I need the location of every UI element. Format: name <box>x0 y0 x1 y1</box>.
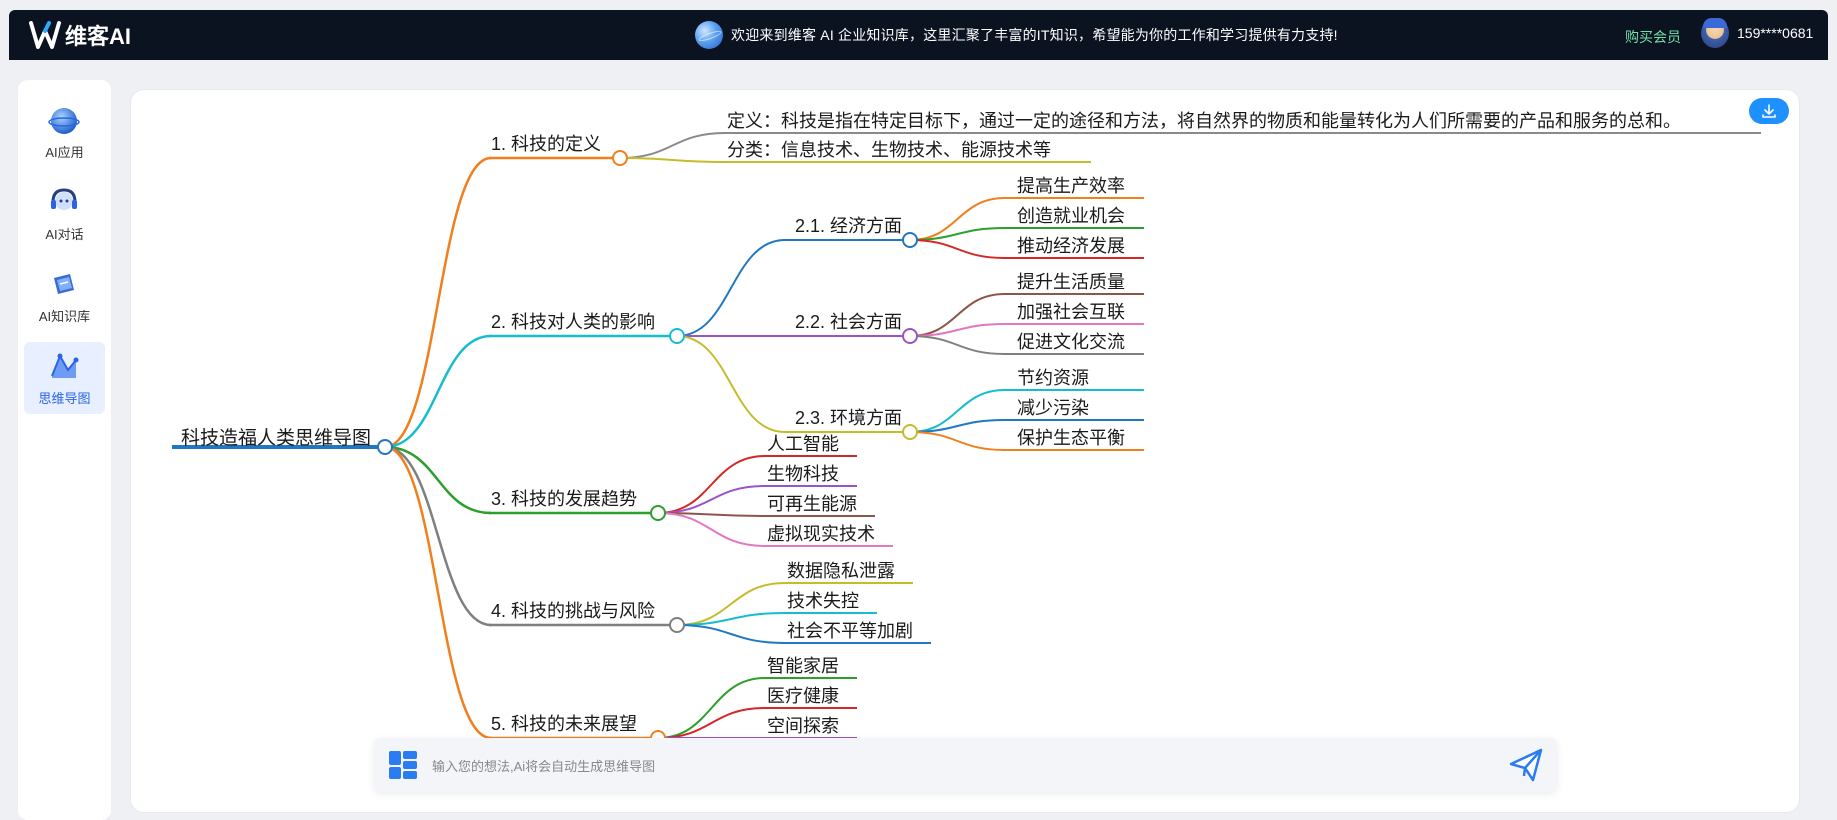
mindmap-branch[interactable]: 1. 科技的定义 <box>491 134 601 154</box>
mindmap-connector <box>619 157 726 163</box>
send-icon[interactable] <box>1507 746 1545 784</box>
mindmap-leaf[interactable]: 人工智能 <box>767 434 839 454</box>
collapse-toggle[interactable] <box>902 328 918 344</box>
mindmap-leaf[interactable]: 空间探索 <box>767 716 839 736</box>
mindmap-leaf[interactable]: 分类：信息技术、生物技术、能源技术等 <box>727 140 1051 160</box>
mindmap-leaf[interactable]: 虚拟现实技术 <box>767 524 875 544</box>
mindmap-leaf[interactable]: 智能家居 <box>767 656 839 676</box>
collapse-toggle[interactable] <box>902 232 918 248</box>
mindmap-connector <box>384 334 492 449</box>
mindmap-connector <box>619 132 726 159</box>
mindmap-connector <box>657 677 766 739</box>
mindmap-connector <box>657 485 766 514</box>
mindmap-leaf[interactable]: 推动经济发展 <box>1017 236 1125 256</box>
mindmap-leaf[interactable]: 加强社会互联 <box>1017 302 1125 322</box>
mindmap-leaf[interactable]: 定义：科技是指在特定目标下，通过一定的途径和方法，将自然界的物质和能量转化为人们… <box>727 111 1681 131</box>
mindmap-leaf[interactable]: 保护生态平衡 <box>1017 428 1125 448</box>
mindmap-connector <box>909 335 1006 355</box>
mindmap-connector <box>657 512 766 547</box>
collapse-toggle[interactable] <box>377 439 393 455</box>
download-icon <box>1762 104 1776 118</box>
mindmap-leaf[interactable]: 提高生产效率 <box>1017 176 1125 196</box>
mindmap-connector <box>384 445 492 740</box>
mindmap-subbranch[interactable]: 2.1. 经济方面 <box>795 216 902 236</box>
collapse-toggle[interactable] <box>612 150 628 166</box>
mindmap-branch[interactable]: 4. 科技的挑战与风险 <box>491 601 655 621</box>
mindmap-root[interactable]: 科技造福人类思维导图 <box>181 427 371 449</box>
mindmap-generator-icon <box>389 751 417 779</box>
collapse-toggle[interactable] <box>669 617 685 633</box>
mindmap-branch[interactable]: 3. 科技的发展趋势 <box>491 489 637 509</box>
mindmap-branch[interactable]: 2. 科技对人类的影响 <box>491 312 655 332</box>
mindmap-leaf[interactable]: 提升生活质量 <box>1017 272 1125 292</box>
mindmap-connector <box>657 455 766 514</box>
mindmap-leaf[interactable]: 促进文化交流 <box>1017 332 1125 352</box>
mindmap-connector <box>676 624 786 644</box>
collapse-toggle[interactable] <box>902 424 918 440</box>
mindmap[interactable]: 科技造福人类思维导图 1. 科技的定义 定义：科技是指在特定目标下，通过一定的途径和… <box>0 0 1837 820</box>
mindmap-subbranch[interactable]: 2.2. 社会方面 <box>795 312 902 332</box>
mindmap-connector <box>909 239 1006 259</box>
prompt-bar <box>374 738 1557 792</box>
mindmap-connector <box>676 335 786 433</box>
mindmap-leaf[interactable]: 医疗健康 <box>767 686 839 706</box>
mindmap-connector <box>676 239 786 337</box>
collapse-toggle[interactable] <box>669 328 685 344</box>
mindmap-leaf[interactable]: 数据隐私泄露 <box>787 561 895 581</box>
mindmap-connector <box>909 431 1006 451</box>
prompt-input[interactable] <box>430 752 1474 780</box>
mindmap-leaf[interactable]: 社会不平等加剧 <box>787 621 913 641</box>
mindmap-leaf[interactable]: 可再生能源 <box>767 494 857 514</box>
mindmap-branch[interactable]: 5. 科技的未来展望 <box>491 714 637 734</box>
mindmap-leaf[interactable]: 减少污染 <box>1017 398 1089 418</box>
mindmap-leaf[interactable]: 生物科技 <box>767 464 839 484</box>
collapse-toggle[interactable] <box>650 505 666 521</box>
mindmap-subbranch[interactable]: 2.3. 环境方面 <box>795 408 902 428</box>
mindmap-leaf[interactable]: 节约资源 <box>1017 368 1089 388</box>
mindmap-connector <box>384 156 492 449</box>
mindmap-leaf[interactable]: 技术失控 <box>787 591 859 611</box>
mindmap-connector <box>657 707 766 739</box>
download-button[interactable] <box>1749 98 1789 124</box>
mindmap-leaf[interactable]: 创造就业机会 <box>1017 206 1125 226</box>
